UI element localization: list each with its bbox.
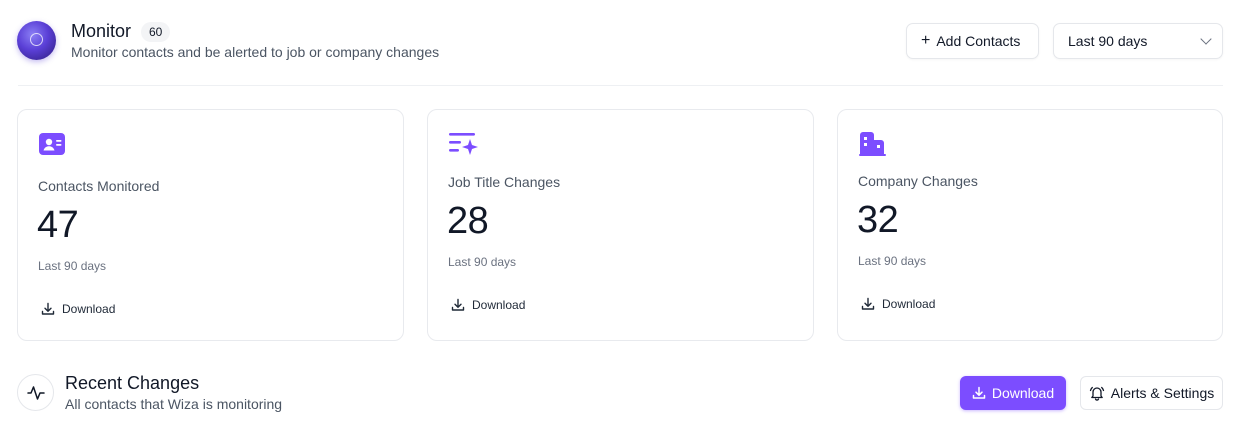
- chevron-down-icon: [1200, 33, 1212, 45]
- stat-card-contacts-monitored: Contacts Monitored 47 Last 90 days Downl…: [17, 109, 404, 341]
- card-label: Company Changes: [858, 173, 978, 189]
- date-range-value: Last 90 days: [1068, 33, 1148, 49]
- stat-card-company-changes: Company Changes 32 Last 90 days Download: [837, 109, 1223, 341]
- download-button-label: Download: [991, 385, 1055, 401]
- contact-card-icon: [38, 132, 68, 162]
- add-contacts-button[interactable]: + Add Contacts: [906, 23, 1039, 59]
- card-download-button[interactable]: Download: [451, 298, 525, 312]
- alerts-settings-button[interactable]: Alerts & Settings: [1080, 376, 1223, 410]
- page-header: Monitor 60 Monitor contacts and be alert…: [0, 0, 1241, 86]
- card-download-button[interactable]: Download: [861, 297, 935, 311]
- card-label: Contacts Monitored: [38, 178, 160, 194]
- card-download-button[interactable]: Download: [41, 302, 115, 316]
- download-icon: [861, 297, 875, 310]
- date-range-select[interactable]: Last 90 days: [1053, 23, 1223, 59]
- card-download-label: Download: [882, 297, 936, 311]
- card-period: Last 90 days: [448, 255, 517, 269]
- building-icon: [858, 130, 888, 160]
- add-contacts-label: Add Contacts: [936, 33, 1021, 49]
- card-label: Job Title Changes: [448, 174, 561, 190]
- card-period: Last 90 days: [858, 254, 927, 268]
- app-logo: [17, 21, 56, 60]
- plus-icon: +: [921, 32, 931, 49]
- alerts-settings-label: Alerts & Settings: [1110, 385, 1215, 401]
- card-value: 28: [447, 200, 489, 242]
- card-download-label: Download: [62, 302, 116, 316]
- card-period: Last 90 days: [38, 259, 107, 273]
- card-value: 32: [857, 199, 899, 241]
- download-icon: [451, 298, 465, 311]
- bell-icon: [1089, 386, 1104, 401]
- download-button[interactable]: Download: [960, 376, 1066, 410]
- job-title-sparkle-icon: [448, 130, 478, 160]
- activity-icon: [17, 374, 54, 411]
- page-title: Monitor: [71, 21, 132, 41]
- section-subtitle: All contacts that Wiza is monitoring: [65, 396, 283, 412]
- stat-card-job-title-changes: Job Title Changes 28 Last 90 days Downlo…: [427, 109, 814, 341]
- card-download-label: Download: [472, 298, 526, 312]
- count-badge: 60: [141, 22, 171, 42]
- card-value: 47: [37, 204, 79, 246]
- header-divider: [18, 85, 1223, 86]
- page-subtitle: Monitor contacts and be alerted to job o…: [71, 44, 440, 60]
- section-title: Recent Changes: [65, 373, 200, 393]
- download-icon: [972, 386, 986, 399]
- download-icon: [41, 302, 55, 315]
